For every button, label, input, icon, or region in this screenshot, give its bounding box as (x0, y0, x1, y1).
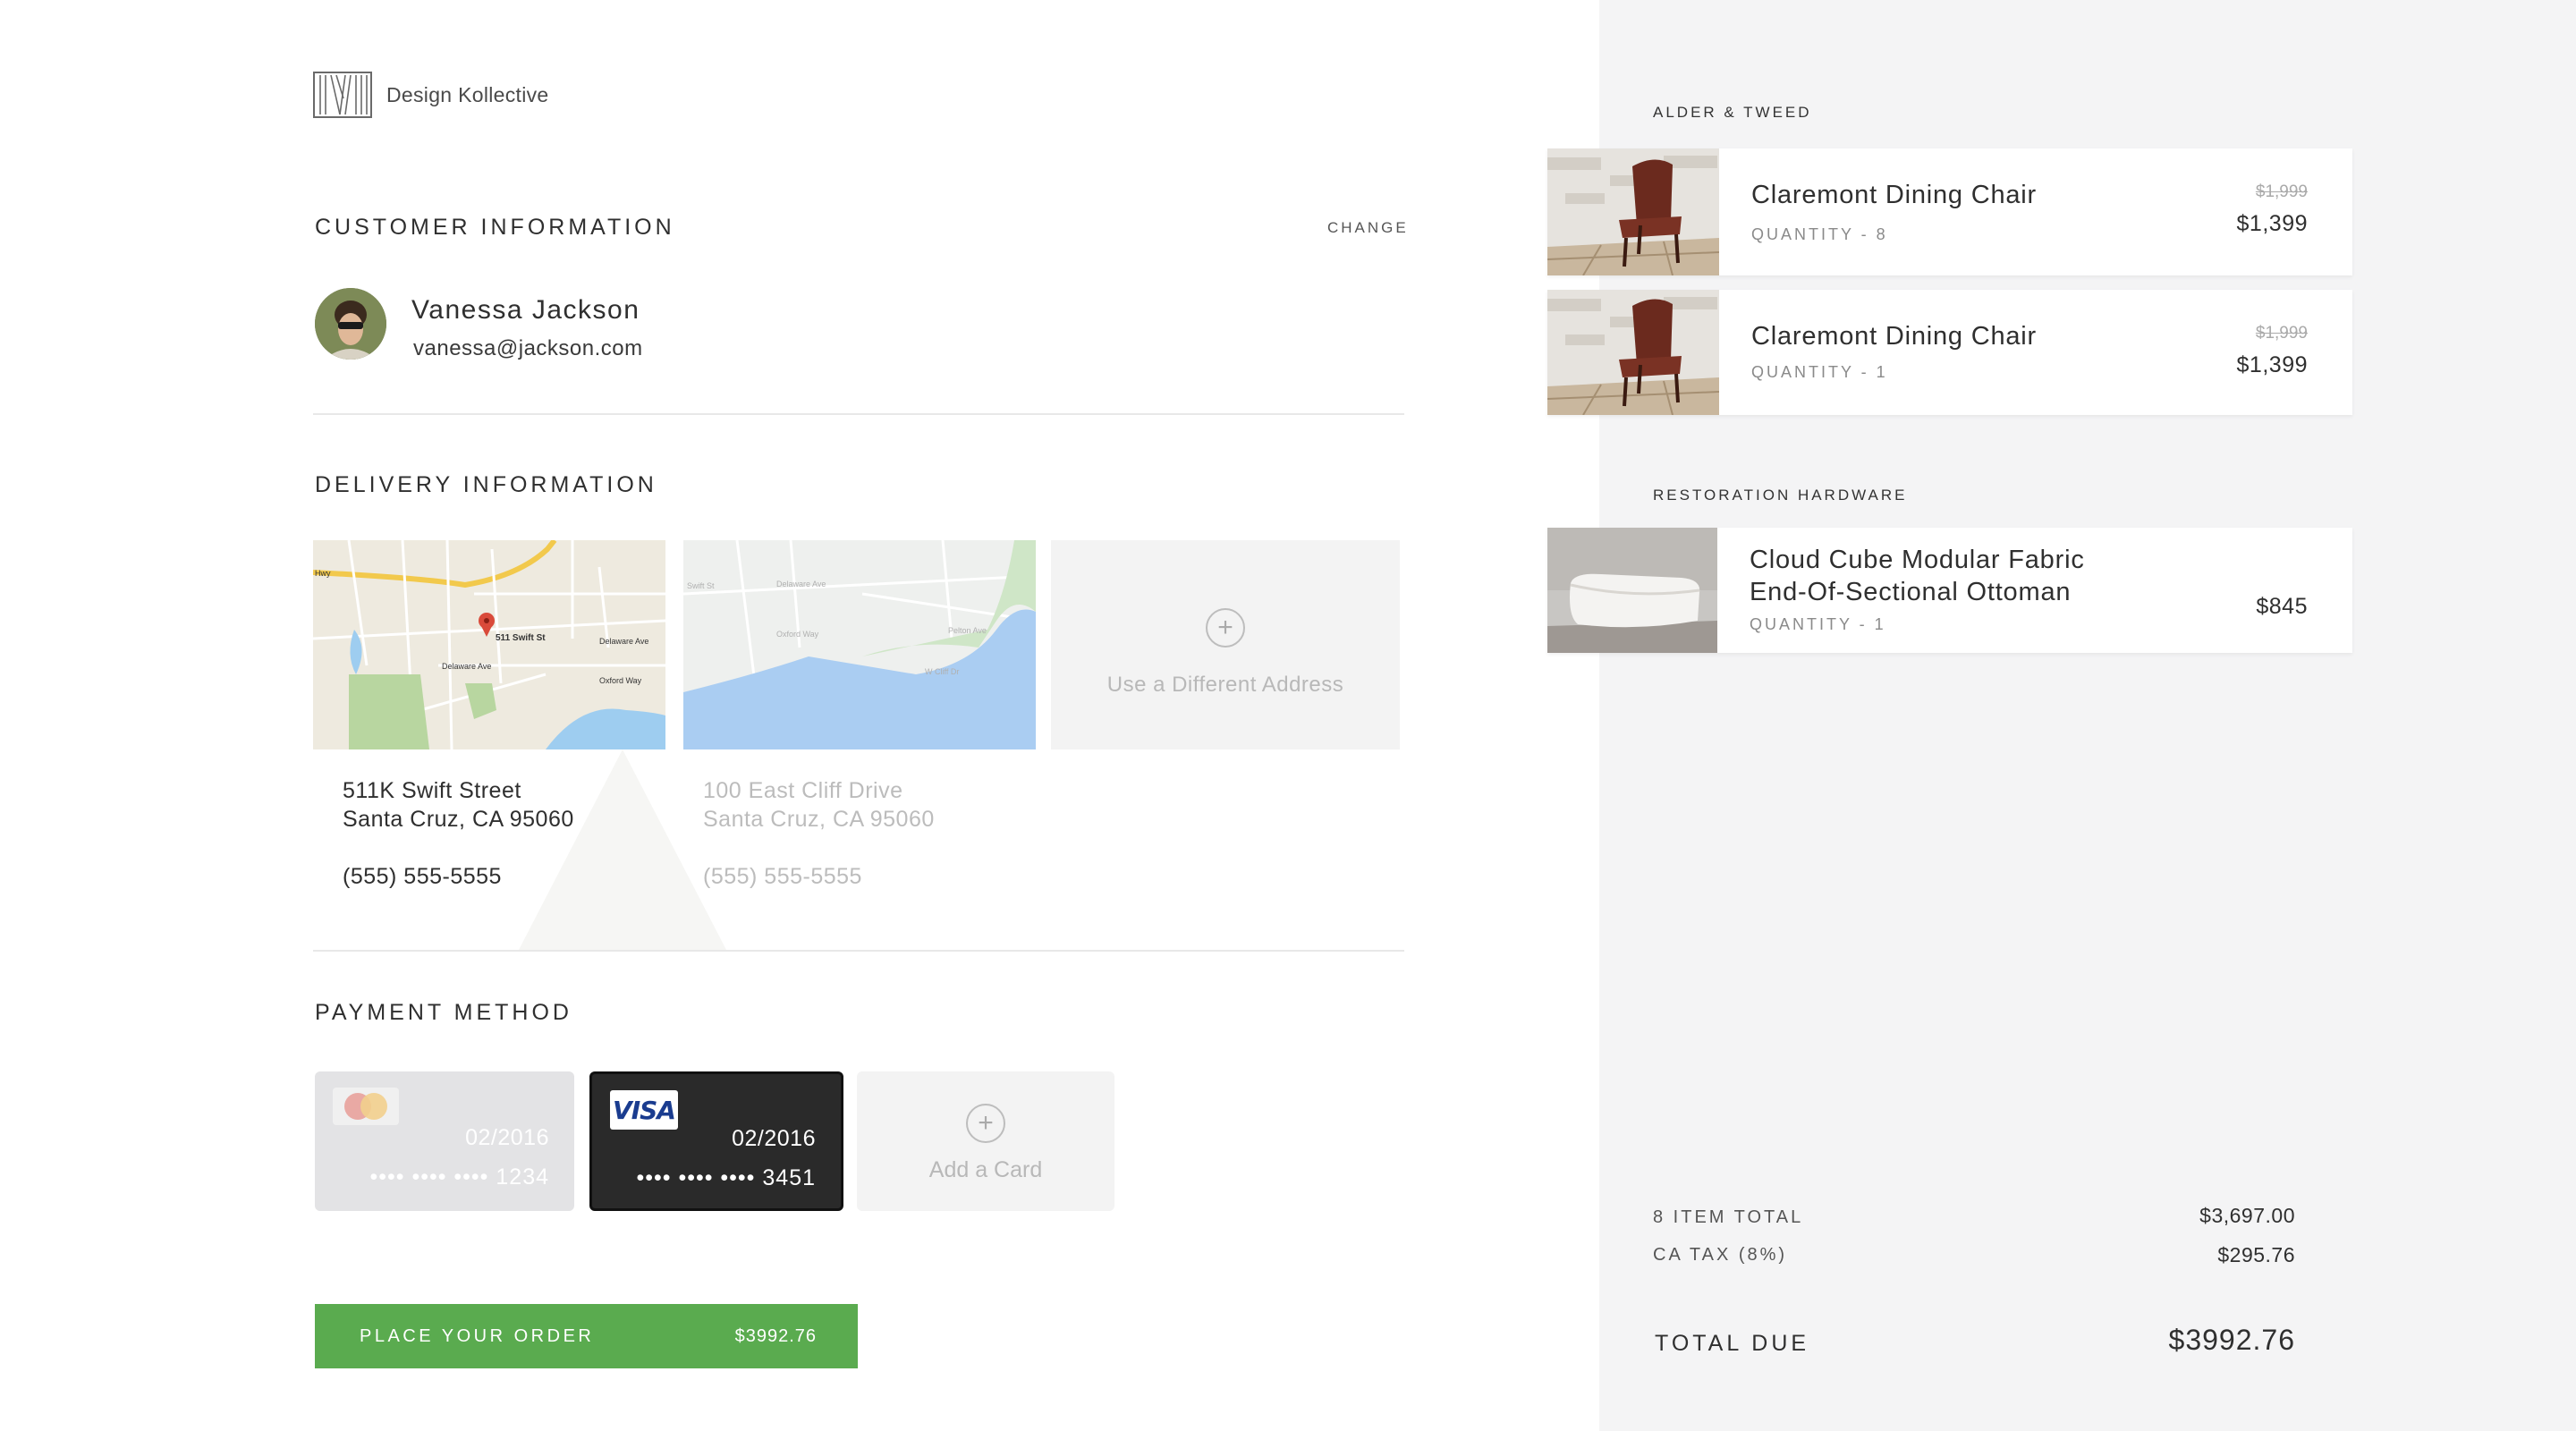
address-1-phone: (555) 555-5555 (343, 864, 502, 889)
address-1-line1: 511K Swift Street (343, 778, 521, 803)
visa-logo-icon: VISA (610, 1090, 678, 1130)
tax-value: $295.76 (2217, 1243, 2295, 1266)
map-label: W Cliff Dr (925, 667, 959, 676)
cart-item-original-price: $1,999 (2255, 324, 2308, 343)
selected-address-pointer (519, 749, 726, 950)
address-2-phone: (555) 555-5555 (703, 864, 862, 889)
card-expiry: 02/2016 (732, 1126, 816, 1151)
delivery-info-title: DELIVERY INFORMATION (315, 472, 657, 497)
customer-email: vanessa@jackson.com (413, 336, 643, 360)
plus-circle-icon: + (1206, 608, 1245, 648)
ottoman-image (1547, 528, 1717, 653)
total-due-label: TOTAL DUE (1655, 1331, 1810, 1356)
map-label: 511 Swift St (496, 633, 546, 643)
total-due-value: $3992.76 (2168, 1324, 2295, 1356)
map-label: Delaware Ave (776, 580, 826, 588)
vendor-name: RESTORATION HARDWARE (1653, 487, 1908, 504)
card-visa[interactable]: VISA 02/2016 •••• •••• •••• 3451 (589, 1071, 843, 1211)
cart-item-price: $845 (2256, 594, 2308, 619)
map-label: Oxford Way (599, 676, 642, 685)
map-label: Pelton Ave (948, 626, 987, 635)
add-card-label: Add a Card (928, 1157, 1043, 1182)
map-label: Oxford Way (776, 630, 819, 639)
divider (313, 413, 1404, 415)
divider (313, 950, 1404, 952)
address-2-line1: 100 East Cliff Drive (703, 778, 903, 803)
cart-item[interactable]: Claremont Dining Chair QUANTITY - 8 $1,9… (1547, 148, 2352, 275)
vendor-name: ALDER & TWEED (1653, 104, 1812, 121)
cart-item-quantity: QUANTITY - 1 (1750, 615, 1886, 633)
cart-item-name: Claremont Dining Chair (1751, 322, 2037, 351)
map-label: Swift St (687, 581, 715, 590)
address-2-line2: Santa Cruz, CA 95060 (703, 807, 935, 832)
brand-logo[interactable]: Design Kollective (313, 72, 549, 118)
address-map-2[interactable]: Swift St Delaware Ave Oxford Way Pelton … (683, 540, 1036, 749)
card-expiry: 02/2016 (465, 1125, 549, 1150)
use-different-address-button[interactable]: + Use a Different Address (1051, 540, 1400, 749)
cart-item-name-line2: End-Of-Sectional Ottoman (1750, 578, 2072, 606)
add-card-button[interactable]: + Add a Card (857, 1071, 1114, 1211)
card-number: •••• •••• •••• 1234 (369, 1164, 549, 1190)
address-map-1[interactable]: Hwy 511 Swift St Delaware Ave Delaware A… (313, 540, 665, 749)
map-label: Delaware Ave (599, 637, 648, 646)
address-1-line2: Santa Cruz, CA 95060 (343, 807, 574, 832)
cart-item[interactable]: Cloud Cube Modular Fabric End-Of-Section… (1547, 528, 2352, 653)
use-different-address-label: Use a Different Address (1106, 673, 1344, 697)
customer-info-title: CUSTOMER INFORMATION (315, 215, 675, 240)
place-order-label: PLACE YOUR ORDER (360, 1325, 595, 1346)
cart-item-name: Claremont Dining Chair (1751, 181, 2037, 209)
user-photo-icon (315, 288, 386, 360)
customer-name: Vanessa Jackson (411, 295, 640, 325)
cart-item-quantity: QUANTITY - 8 (1751, 225, 1888, 243)
dining-chair-image (1547, 290, 1719, 415)
card-number: •••• •••• •••• 3451 (636, 1165, 816, 1190)
cart-item-name-line1: Cloud Cube Modular Fabric (1750, 546, 2085, 574)
payment-method-title: PAYMENT METHOD (315, 1000, 572, 1025)
map-label: Hwy (315, 569, 331, 578)
map-label: Delaware Ave (442, 662, 491, 671)
cart-item-original-price: $1,999 (2255, 182, 2308, 201)
tax-label: CA TAX (8%) (1653, 1245, 1788, 1265)
place-order-button[interactable]: PLACE YOUR ORDER $3992.76 (315, 1304, 858, 1368)
map-2-graphic: Swift St Delaware Ave Oxford Way Pelton … (683, 540, 1036, 749)
brand-name: Design Kollective (386, 82, 549, 106)
plus-circle-icon: + (966, 1104, 1005, 1143)
item-total-label: 8 ITEM TOTAL (1653, 1207, 1804, 1227)
card-mastercard[interactable]: 02/2016 •••• •••• •••• 1234 (315, 1071, 574, 1211)
avatar (315, 288, 386, 360)
dining-chair-image (1547, 148, 1719, 275)
map-1-graphic: Hwy 511 Swift St Delaware Ave Delaware A… (313, 540, 665, 749)
cart-item-price: $1,399 (2236, 352, 2308, 377)
place-order-amount: $3992.76 (734, 1325, 817, 1346)
design-kollective-logo-icon (313, 72, 372, 118)
cart-item-price: $1,399 (2236, 211, 2308, 236)
cart-item-quantity: QUANTITY - 1 (1751, 363, 1888, 381)
item-total-value: $3,697.00 (2199, 1204, 2295, 1227)
cart-item[interactable]: Claremont Dining Chair QUANTITY - 1 $1,9… (1547, 290, 2352, 415)
mastercard-logo-icon (333, 1088, 399, 1125)
change-customer-link[interactable]: CHANGE (1327, 219, 1409, 237)
